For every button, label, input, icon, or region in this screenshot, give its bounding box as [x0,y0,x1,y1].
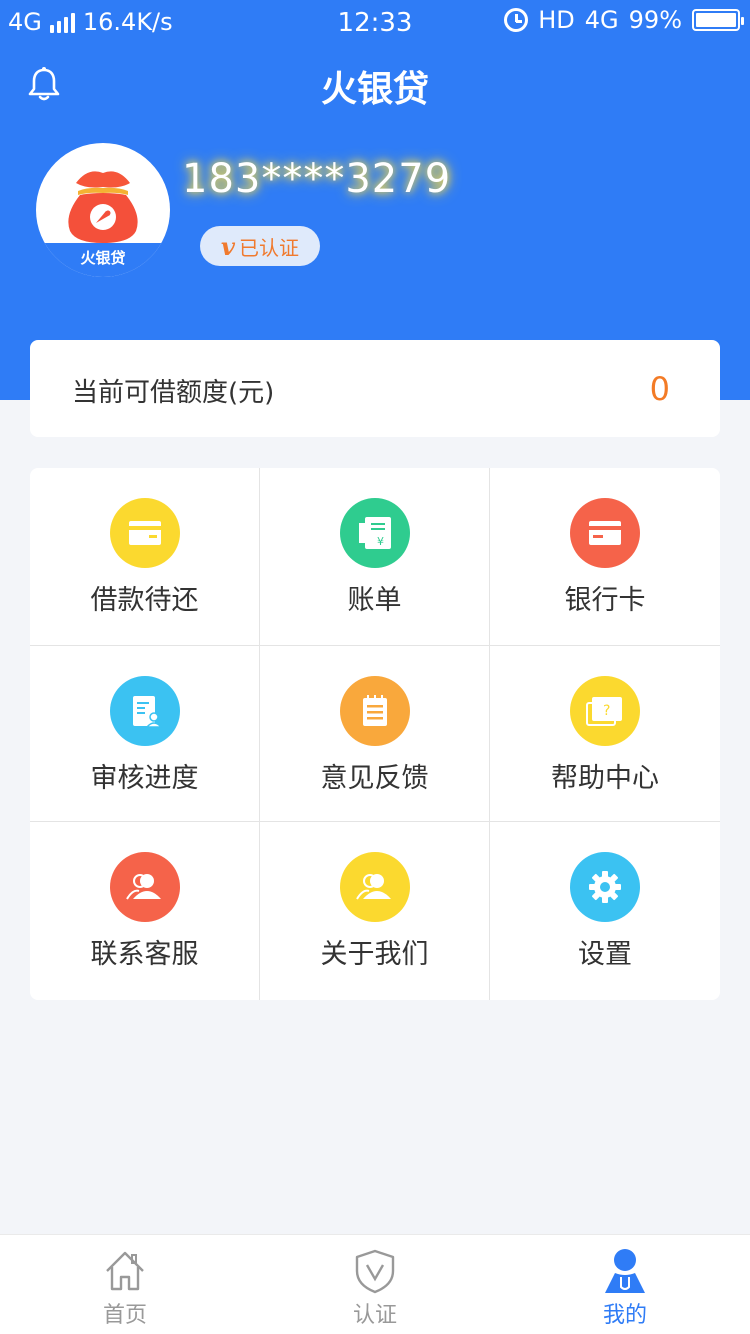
menu-label: 银行卡 [564,585,646,616]
tab-home[interactable]: 首页 [0,1235,250,1334]
menu-label: 账单 [347,585,402,616]
tab-label: 认证 [352,1303,397,1328]
avatar[interactable]: 火银贷 [36,143,170,277]
alarm-icon [504,8,529,32]
menu-label: 联系客服 [90,939,199,970]
menu-label: 帮助中心 [551,763,659,794]
bank-card-icon [570,498,640,568]
tab-label: 首页 [102,1303,147,1328]
menu-grid: 借款待还 ¥ 账单 银行卡 审核进度 意见反馈 ? 帮助中心 联系客服 关于我们… [30,468,720,1000]
credit-limit-label: 当前可借额度(元) [72,378,275,408]
customer-service-icon [110,852,180,922]
battery-icon [692,9,744,31]
menu-label: 设置 [578,939,632,970]
status-right: HD 4G 99% [504,6,744,34]
shield-v-icon [355,1249,395,1294]
avatar-label: 火银贷 [80,249,126,267]
profile-icon [605,1249,645,1293]
user-phone: 183****3279 [182,156,452,202]
status-bar: 4G 16.4K/s 12:33 HD 4G 99% [0,0,750,46]
review-progress-icon [110,676,180,746]
menu-item-bill[interactable]: ¥ 账单 [260,468,490,646]
bottom-tab-bar: 首页 认证 我的 [0,1234,750,1334]
about-us-icon [340,852,410,922]
tab-verify[interactable]: 认证 [250,1235,500,1334]
menu-item-settings[interactable]: 设置 [490,822,720,1000]
verified-text: 已认证 [238,235,299,260]
menu-item-customer-service[interactable]: 联系客服 [30,822,260,1000]
tab-label: 我的 [602,1303,647,1328]
verified-v-icon: v [221,231,235,261]
menu-label: 审核进度 [90,763,199,794]
menu-item-help-center[interactable]: ? 帮助中心 [490,646,720,822]
menu-label: 关于我们 [320,939,429,970]
page-title: 火银贷 [320,69,429,110]
menu-item-about-us[interactable]: 关于我们 [260,822,490,1000]
home-icon [106,1251,144,1291]
credit-limit-card[interactable]: 当前可借额度(元) 0 [30,340,720,437]
feedback-icon [340,676,410,746]
battery-percent: 99% [628,6,682,34]
help-center-icon: ? [570,676,640,746]
menu-item-bank-card[interactable]: 银行卡 [490,468,720,646]
wallet-icon [110,498,180,568]
settings-icon [570,852,640,922]
title-bar: 火银贷 [0,50,750,120]
svg-text:¥: ¥ [377,535,384,548]
bill-icon: ¥ [340,498,410,568]
network-type-right: 4G [584,6,619,34]
menu-label: 意见反馈 [320,763,429,794]
tab-mine[interactable]: 我的 [500,1235,750,1334]
menu-item-review-progress[interactable]: 审核进度 [30,646,260,822]
verified-badge: v 已认证 [200,226,320,266]
svg-text:?: ? [603,703,610,719]
menu-item-feedback[interactable]: 意见反馈 [260,646,490,822]
screen: 4G 16.4K/s 12:33 HD 4G 99% 火银贷 火银贷 183**… [0,0,750,1334]
menu-label: 借款待还 [90,585,199,616]
hd-indicator: HD [538,6,575,34]
menu-item-loan-repay[interactable]: 借款待还 [30,468,260,646]
credit-limit-value: 0 [649,370,670,408]
